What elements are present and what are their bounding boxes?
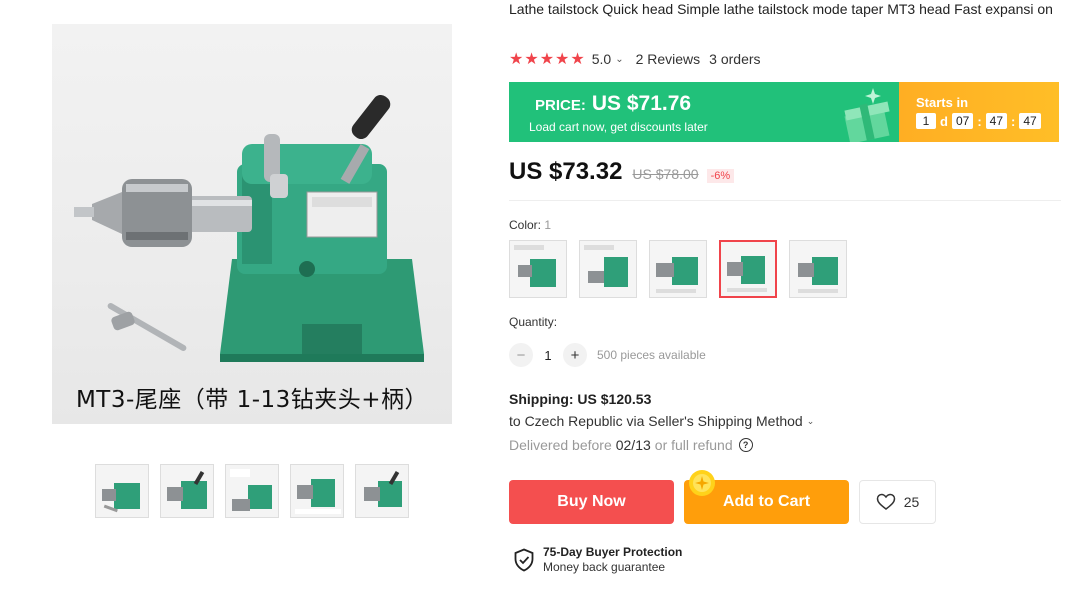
color-option[interactable] <box>579 240 637 298</box>
quantity-stepper: − 1 + 500 pieces available <box>509 343 706 367</box>
swatch-image <box>798 257 838 293</box>
color-option[interactable] <box>789 240 847 298</box>
quantity-value[interactable]: 1 <box>533 348 563 363</box>
countdown-seconds: 47 <box>1019 113 1041 129</box>
delivery-prefix: Delivered before <box>509 437 612 453</box>
original-price: US $78.00 <box>632 166 699 182</box>
shipping-destination-text[interactable]: to Czech Republic via Seller's Shipping … <box>509 413 803 429</box>
starts-in-label: Starts in <box>916 95 969 110</box>
thumbnail[interactable] <box>225 464 279 518</box>
color-label-text: Color: <box>509 218 542 232</box>
countdown-minutes: 47 <box>985 113 1008 129</box>
color-selected-value: 1 <box>544 218 552 232</box>
swatch-image <box>656 257 698 293</box>
coin-icon <box>689 470 715 496</box>
promo-banner: PRICE: US $71.76 Load cart now, get disc… <box>509 82 1059 142</box>
thumbnail-image <box>295 479 341 514</box>
product-title: Lathe tailstock Quick head Simple lathe … <box>509 1 1053 17</box>
countdown-days: 1 <box>916 113 936 129</box>
thumbnail[interactable] <box>355 464 409 518</box>
thumbnail-image <box>167 470 207 509</box>
countdown-panel: Starts in 1 d 07 : 47 : 47 <box>899 82 1059 142</box>
price-row: US $73.32 US $78.00 -6% <box>509 158 735 186</box>
swatch-image <box>514 245 556 287</box>
color-option[interactable] <box>649 240 707 298</box>
delivery-estimate: Delivered before 02/13 or full refund ? <box>509 437 753 453</box>
chevron-down-icon[interactable]: ⌄ <box>807 416 815 427</box>
color-label: Color: 1 <box>509 218 551 232</box>
buy-now-button[interactable]: Buy Now <box>509 480 674 524</box>
tailstock-illustration <box>74 94 424 362</box>
thumbnail-image <box>102 483 140 513</box>
rating-value[interactable]: 5.0 <box>592 51 611 67</box>
swatch-image <box>727 256 767 292</box>
shipping-cost: Shipping: US $120.53 <box>509 391 652 407</box>
protection-subtitle: Money back guarantee <box>543 560 666 574</box>
color-option[interactable] <box>509 240 567 298</box>
color-option-selected[interactable] <box>719 240 777 298</box>
buyer-protection: 75-Day Buyer Protection Money back guara… <box>513 545 682 575</box>
help-icon[interactable]: ? <box>738 438 753 452</box>
countdown-separator: : <box>977 113 982 129</box>
quantity-decrease-button[interactable]: − <box>509 343 533 367</box>
chevron-down-icon[interactable]: ⌄ <box>615 54 623 65</box>
quantity-label: Quantity: <box>509 315 558 329</box>
rating-row: ★★★★★ 5.0 ⌄ 2 Reviews 3 orders <box>509 49 761 69</box>
protection-title: 75-Day Buyer Protection <box>543 545 683 559</box>
thumbnail-strip <box>95 464 409 518</box>
swatch-image <box>584 245 628 287</box>
discount-badge: -6% <box>706 169 735 183</box>
countdown-separator: : <box>1011 113 1016 129</box>
orders-count: 3 orders <box>709 51 761 67</box>
countdown-timer: 1 d 07 : 47 : 47 <box>916 113 1041 129</box>
main-product-image[interactable]: MT3-尾座（带 1-13钻夹头+柄） <box>52 24 452 424</box>
thumbnail[interactable] <box>290 464 344 518</box>
quantity-available: 500 pieces available <box>597 348 706 362</box>
promo-price-label: PRICE: <box>535 97 586 114</box>
delivery-date: 02/13 <box>615 437 651 453</box>
wishlist-button[interactable]: 25 <box>859 480 936 524</box>
promo-price-panel: PRICE: US $71.76 Load cart now, get disc… <box>509 82 899 142</box>
add-to-cart-button[interactable]: Add to Cart <box>684 470 849 524</box>
thumbnail-image <box>230 469 272 511</box>
main-image-caption: MT3-尾座（带 1-13钻夹头+柄） <box>75 387 429 413</box>
heart-icon <box>876 493 895 510</box>
countdown-days-unit: d <box>940 113 948 129</box>
thumbnail[interactable] <box>95 464 149 518</box>
promo-subtitle: Load cart now, get discounts later <box>529 120 708 134</box>
thumbnail[interactable] <box>160 464 214 518</box>
reviews-link[interactable]: 2 Reviews <box>636 51 701 67</box>
countdown-hours: 07 <box>951 113 974 129</box>
quantity-increase-button[interactable]: + <box>563 343 587 367</box>
thumbnail-image <box>364 470 402 507</box>
delivery-suffix: or full refund <box>654 437 733 453</box>
wishlist-count: 25 <box>903 494 920 510</box>
current-price: US $73.32 <box>509 158 623 185</box>
rating-stars: ★★★★★ <box>509 51 586 68</box>
shield-check-icon <box>514 548 534 572</box>
action-buttons: Buy Now Add to Cart 25 <box>509 470 936 524</box>
gift-icon <box>844 88 890 142</box>
divider <box>509 200 1061 201</box>
promo-price: US $71.76 <box>591 92 692 115</box>
color-swatches <box>509 240 847 298</box>
add-to-cart-label[interactable]: Add to Cart <box>723 493 810 511</box>
shipping-destination[interactable]: to Czech Republic via Seller's Shipping … <box>509 413 814 429</box>
